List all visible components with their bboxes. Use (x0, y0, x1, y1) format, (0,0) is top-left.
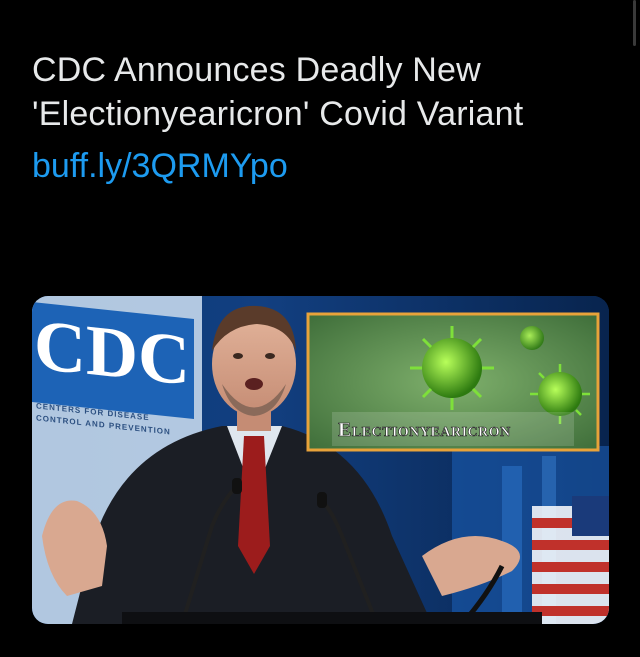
scrollbar[interactable] (633, 0, 636, 46)
tweet-link[interactable]: buff.ly/3QRMYpo (32, 144, 612, 188)
tweet-media-image[interactable]: CDC CENTERS FOR DISEASE CONTROL AND PREV… (32, 296, 609, 624)
virus-inset: Electionyearicron (306, 312, 600, 452)
cdc-logo: CDC CENTERS FOR DISEASE CONTROL AND PREV… (32, 300, 194, 437)
inset-label: Electionyearicron (338, 419, 511, 441)
media-illustration: CDC CENTERS FOR DISEASE CONTROL AND PREV… (32, 296, 609, 624)
tweet: CDC Announces Deadly New 'Electionyearic… (32, 48, 612, 188)
tweet-text: CDC Announces Deadly New 'Electionyearic… (32, 51, 524, 133)
american-flag (532, 496, 609, 624)
podium (122, 612, 542, 624)
virus-icon (520, 326, 544, 350)
svg-text:CDC: CDC (34, 304, 190, 400)
